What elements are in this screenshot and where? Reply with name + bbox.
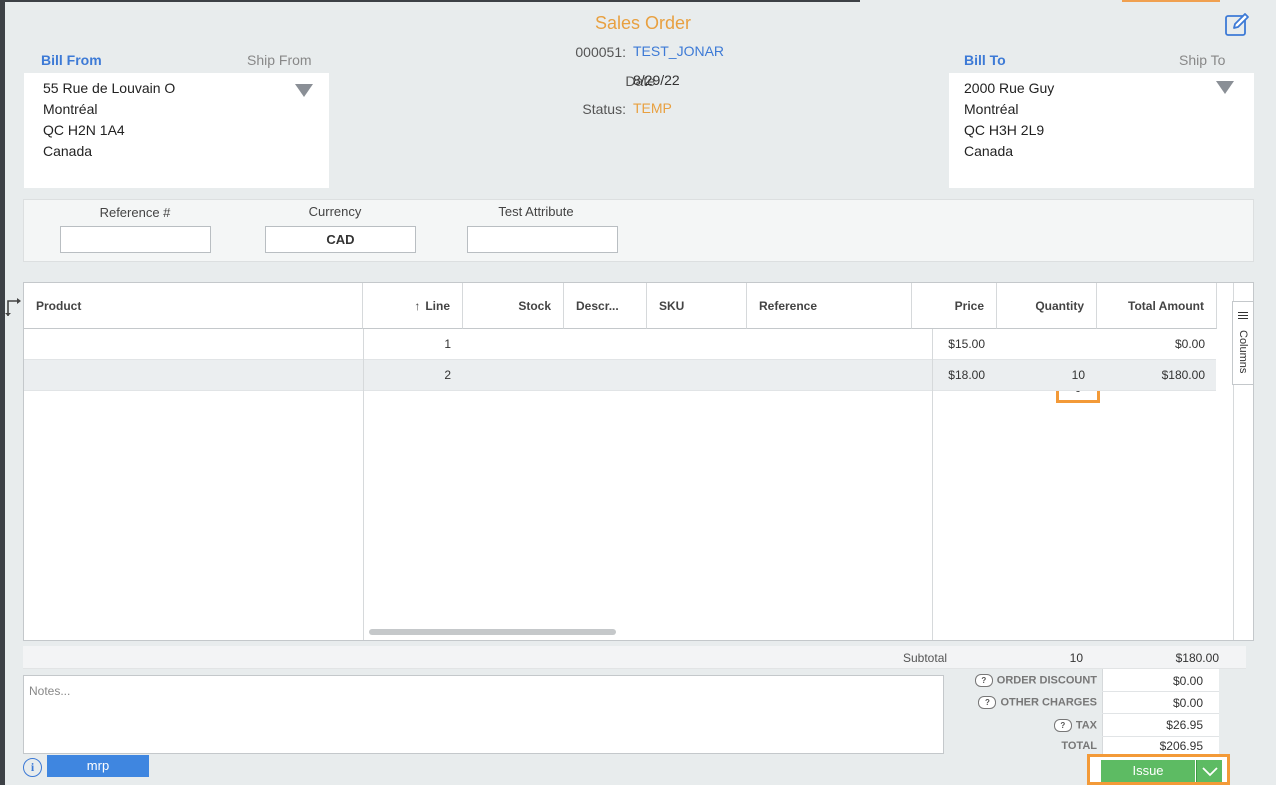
tax-row[interactable]: ? TAX (960, 719, 1097, 732)
currency-label: Currency (308, 204, 362, 219)
column-divider (932, 329, 933, 640)
chevron-down-icon (1202, 767, 1218, 777)
subtotal-quantity: 10 (1069, 651, 1083, 665)
issue-button-group: Issue (1087, 754, 1230, 785)
tab-ship-to[interactable]: Ship To (1179, 52, 1225, 68)
other-charges-label: OTHER CHARGES (1000, 696, 1097, 709)
column-resize-icon[interactable] (5, 297, 23, 317)
address-line: Montréal (43, 101, 98, 117)
test-attribute-input[interactable] (467, 226, 618, 253)
order-discount-label: ORDER DISCOUNT (996, 674, 1097, 687)
total-label: TOTAL (1061, 740, 1097, 752)
address-line: Canada (43, 143, 93, 159)
top-edge-line (5, 0, 860, 2)
cell-price[interactable]: $18.00 (932, 360, 997, 390)
col-header-quantity[interactable]: Quantity (997, 283, 1097, 329)
address-line: 55 Rue de Louvain O (43, 80, 176, 96)
top-orange-tab (1122, 0, 1220, 2)
col-header-line[interactable]: ↑ Line (363, 283, 463, 329)
bill-from-address: 55 Rue de Louvain O Montréal QC H2N 1A4 … (43, 78, 175, 162)
cell-product[interactable] (24, 360, 363, 390)
order-discount-row[interactable]: ? ORDER DISCOUNT (960, 674, 1097, 687)
test-attribute-label: Test Attribute (498, 204, 574, 219)
sort-ascending-icon: ↑ (414, 299, 421, 313)
cell-line: 2 (444, 368, 451, 382)
columns-label: Columns (1237, 330, 1249, 374)
summary-divider (1102, 713, 1219, 714)
reference-label: Reference # (99, 205, 171, 220)
tax-value: $26.95 (1166, 718, 1203, 732)
address-line: QC H2N 1A4 (43, 122, 125, 138)
info-icon[interactable]: i (23, 758, 42, 777)
table-row[interactable]: 1 $15.00 0 $0.00 (24, 329, 1216, 403)
bill-to-address-box: 2000 Rue Guy Montréal QC H3H 2L9 Canada (949, 73, 1254, 188)
issue-options-button[interactable] (1196, 760, 1222, 782)
subtotal-amount: $180.00 (1175, 651, 1219, 665)
help-icon[interactable]: ? (978, 696, 997, 709)
col-header-reference[interactable]: Reference (747, 283, 912, 329)
col-header-sku[interactable]: SKU (647, 283, 747, 329)
status-label: Status: (582, 101, 626, 117)
bill-from-address-box: 55 Rue de Louvain O Montréal QC H2N 1A4 … (24, 73, 329, 188)
other-charges-value[interactable]: $0.00 (1110, 696, 1203, 710)
date-value: 8/29/22 (633, 72, 680, 88)
bill-from-dropdown-icon[interactable] (295, 84, 313, 97)
bill-to-address: 2000 Rue Guy Montréal QC H3H 2L9 Canada (964, 78, 1054, 162)
line-items-grid: Product ↑ Line Stock Descr... SKU Referen… (23, 282, 1254, 641)
currency-field[interactable]: CAD (265, 226, 416, 253)
order-fields-panel: Reference # Currency CAD Test Attribute (23, 199, 1254, 262)
horizontal-scrollbar[interactable] (369, 629, 616, 635)
address-line: Canada (964, 143, 1014, 159)
address-line: QC H3H 2L9 (964, 122, 1045, 138)
cell-total: $180.00 (1161, 368, 1205, 382)
columns-menu-icon (1238, 312, 1248, 319)
status-value: TEMP (633, 100, 672, 116)
order-number-link[interactable]: TEST_JONAR (633, 43, 724, 59)
help-icon[interactable]: ? (1053, 719, 1072, 732)
summary-divider (1102, 736, 1219, 737)
column-divider (363, 329, 364, 640)
col-header-line-label: Line (425, 299, 450, 313)
col-header-product[interactable]: Product (24, 283, 363, 329)
other-charges-row[interactable]: ? OTHER CHARGES (960, 696, 1097, 709)
subtotal-row: Subtotal 10 $180.00 (23, 646, 1246, 669)
cell-total: $0.00 (1174, 337, 1205, 351)
summary-divider (1102, 691, 1219, 692)
reference-input[interactable] (60, 226, 211, 253)
order-number-label: 000051: (575, 44, 626, 60)
notes-textarea[interactable]: Notes... (23, 675, 944, 754)
mrp-button[interactable]: mrp (47, 755, 149, 777)
tab-bill-to[interactable]: Bill To (964, 52, 1006, 68)
tax-label: TAX (1075, 719, 1097, 732)
col-header-price[interactable]: Price (932, 283, 997, 329)
edit-icon[interactable] (1224, 12, 1250, 38)
tab-bill-from[interactable]: Bill From (41, 52, 102, 68)
tab-ship-from[interactable]: Ship From (247, 52, 312, 68)
cell-product[interactable] (24, 329, 363, 359)
total-value: $206.95 (1159, 739, 1203, 753)
left-edge-bar (0, 0, 5, 785)
address-line: 2000 Rue Guy (964, 80, 1055, 96)
help-icon[interactable]: ? (974, 674, 993, 687)
issue-button[interactable]: Issue (1101, 760, 1195, 782)
address-line: Montréal (964, 101, 1019, 117)
columns-panel-toggle[interactable]: Columns (1232, 301, 1253, 385)
page-title: Sales Order (594, 13, 692, 33)
col-header-stock[interactable]: Stock (463, 283, 564, 329)
cell-line: 1 (444, 337, 451, 351)
subtotal-label: Subtotal (903, 651, 948, 665)
table-row[interactable]: 2 $18.00 10 $180.00 (24, 360, 1216, 391)
bill-to-dropdown-icon[interactable] (1216, 81, 1234, 94)
cell-price[interactable]: $15.00 (932, 329, 997, 359)
cell-quantity[interactable]: 10 (997, 360, 1097, 390)
order-discount-value[interactable]: $0.00 (1110, 674, 1203, 688)
col-header-total-amount[interactable]: Total Amount (1097, 283, 1217, 329)
col-header-description[interactable]: Descr... (564, 283, 647, 329)
